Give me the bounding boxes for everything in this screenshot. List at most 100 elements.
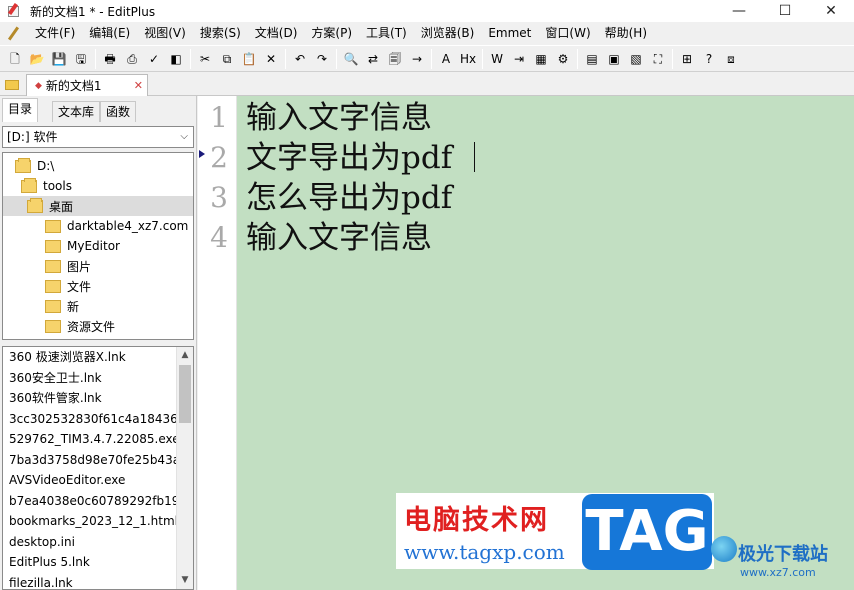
file-list-item[interactable]: AVSVideoEditor.exe: [9, 470, 177, 491]
line-number: 3: [210, 181, 228, 214]
redo-icon[interactable]: ↷: [313, 50, 331, 68]
fullscreen-icon[interactable]: ⛶: [649, 50, 667, 68]
tree-item[interactable]: 桌面: [3, 196, 193, 216]
tree-item[interactable]: 资源文件: [3, 316, 193, 336]
save-all-icon[interactable]: 🖫: [72, 50, 90, 68]
menu-help[interactable]: 帮助(H): [598, 22, 654, 45]
text-cursor: [474, 142, 475, 172]
scroll-down-icon[interactable]: ▼: [177, 572, 193, 589]
font-icon[interactable]: A: [437, 50, 455, 68]
drive-select[interactable]: [D:] 软件 ⌵: [2, 126, 194, 148]
file-list-item[interactable]: 360安全卫士.lnk: [9, 368, 177, 389]
editor-line[interactable]: 怎么导出为pdf: [246, 178, 452, 218]
browser-preview-icon[interactable]: ◧: [167, 50, 185, 68]
cut-icon[interactable]: ✂: [196, 50, 214, 68]
document-menu-icon[interactable]: [6, 25, 22, 42]
directory-toggle-icon[interactable]: [3, 75, 21, 93]
tree-item[interactable]: darktable4_xz7.com: [3, 216, 193, 236]
watermark-aurora-name: 极光下载站: [738, 544, 828, 565]
file-list-item[interactable]: 360软件管家.lnk: [9, 388, 177, 409]
find-icon[interactable]: 🔍: [342, 50, 360, 68]
paste-icon[interactable]: 📋: [240, 50, 258, 68]
new-file-icon[interactable]: 🗋: [6, 50, 24, 68]
close-button[interactable]: ✕: [808, 0, 854, 22]
file-list-item[interactable]: desktop.ini: [9, 532, 177, 553]
scroll-up-icon[interactable]: ▲: [177, 347, 193, 364]
menu-emmet[interactable]: Emmet: [481, 22, 538, 45]
scrollbar-thumb[interactable]: [179, 365, 191, 423]
file-list-item[interactable]: filezilla.lnk: [9, 573, 177, 590]
tab-functions[interactable]: 函数: [100, 101, 137, 122]
tree-item[interactable]: 图片: [3, 256, 193, 276]
column-select-icon[interactable]: ▦: [532, 50, 550, 68]
tree-item[interactable]: D:\: [3, 156, 193, 176]
html-heading-icon[interactable]: Hx: [459, 50, 477, 68]
file-list-item[interactable]: 3cc302532830f61c4a18436161: [9, 409, 177, 430]
file-list-item[interactable]: 360 极速浏览器X.lnk: [9, 347, 177, 368]
tree-item-label: 文件: [67, 279, 92, 294]
undo-icon[interactable]: ↶: [291, 50, 309, 68]
directory-window-icon[interactable]: ▤: [583, 50, 601, 68]
line-number-gutter: 1 2 3 4: [198, 96, 237, 590]
menu-window[interactable]: 窗口(W): [538, 22, 597, 45]
file-list-item[interactable]: EditPlus 5.lnk: [9, 552, 177, 573]
cliptext-icon[interactable]: ▧: [627, 50, 645, 68]
tree-item-label: D:\: [37, 159, 55, 173]
editor-line[interactable]: 输入文字信息: [246, 218, 432, 258]
word-wrap-icon[interactable]: W: [488, 50, 506, 68]
tree-item[interactable]: 文件: [3, 276, 193, 296]
output-window-icon[interactable]: ▣: [605, 50, 623, 68]
tree-item[interactable]: 新: [3, 296, 193, 316]
toolbar-separator: [336, 48, 337, 69]
spell-check-icon[interactable]: ✓: [145, 50, 163, 68]
maximize-button[interactable]: ☐: [762, 0, 808, 22]
menu-edit[interactable]: 编辑(E): [82, 22, 137, 45]
menu-browser[interactable]: 浏览器(B): [414, 22, 482, 45]
replace-icon[interactable]: ⇄: [364, 50, 382, 68]
copy-icon[interactable]: ⧉: [218, 50, 236, 68]
file-list-item[interactable]: 7ba3d3758d98e70fe25b43a0: [9, 450, 177, 471]
folder-open-icon: [15, 157, 31, 173]
folder-icon: [45, 319, 61, 333]
current-line-marker-icon: [199, 150, 205, 158]
folder-icon: [45, 219, 61, 233]
menu-file[interactable]: 文件(F): [28, 22, 82, 45]
editor-line[interactable]: 文字导出为pdf: [246, 138, 452, 178]
settings-icon[interactable]: ⚙: [554, 50, 572, 68]
tab-close-icon[interactable]: ✕: [134, 79, 143, 92]
menu-document[interactable]: 文档(D): [248, 22, 305, 45]
print-icon[interactable]: ⎙: [123, 50, 141, 68]
menu-project[interactable]: 方案(P): [304, 22, 359, 45]
find-in-files-icon[interactable]: 🗐: [386, 50, 404, 68]
file-list: filezilla.lnk EditPlus 5.lnk desktop.ini bo…: [2, 346, 194, 590]
save-icon[interactable]: 💾: [50, 50, 68, 68]
goto-line-icon[interactable]: →: [408, 50, 426, 68]
open-file-icon[interactable]: 📂: [28, 50, 46, 68]
minimize-button[interactable]: —: [716, 0, 762, 22]
delete-icon[interactable]: ✕: [262, 50, 280, 68]
tile-windows-icon[interactable]: ⧈: [722, 50, 740, 68]
tab-document-1[interactable]: ◆ 新的文档1 ✕: [26, 74, 148, 96]
tree-item[interactable]: MyEditor: [3, 236, 193, 256]
tab-cliptext[interactable]: 文本库: [52, 101, 101, 122]
help-icon[interactable]: ?: [700, 50, 718, 68]
file-list-item[interactable]: 529762_TIM3.4.7.22085.exe: [9, 429, 177, 450]
print-preview-icon[interactable]: 🖶: [101, 50, 119, 68]
aurora-logo-icon: [711, 536, 737, 562]
tab-directory[interactable]: 目录: [2, 98, 39, 122]
drive-select-value: [D:] 软件: [7, 130, 58, 144]
line-number: 4: [210, 221, 228, 254]
macro-icon[interactable]: ⊞: [678, 50, 696, 68]
menu-tools[interactable]: 工具(T): [359, 22, 414, 45]
editor-line[interactable]: 输入文字信息: [246, 98, 432, 138]
menu-view[interactable]: 视图(V): [137, 22, 193, 45]
file-list-scrollbar[interactable]: ▲ ▼: [176, 347, 193, 589]
tree-item[interactable]: tools: [3, 176, 193, 196]
file-list-item[interactable]: bookmarks_2023_12_1.html: [9, 511, 177, 532]
file-list-item[interactable]: b7ea4038e0c60789292fb194: [9, 491, 177, 512]
directory-panel: 目录 文本库 函数 [D:] 软件 ⌵ D:\ tools 桌面 darktable4…: [0, 96, 197, 590]
toolbar-separator: [431, 48, 432, 69]
title-bar: 新的文档1 * - EditPlus — ☐ ✕: [0, 0, 854, 22]
indent-icon[interactable]: ⇥: [510, 50, 528, 68]
menu-search[interactable]: 搜索(S): [193, 22, 248, 45]
